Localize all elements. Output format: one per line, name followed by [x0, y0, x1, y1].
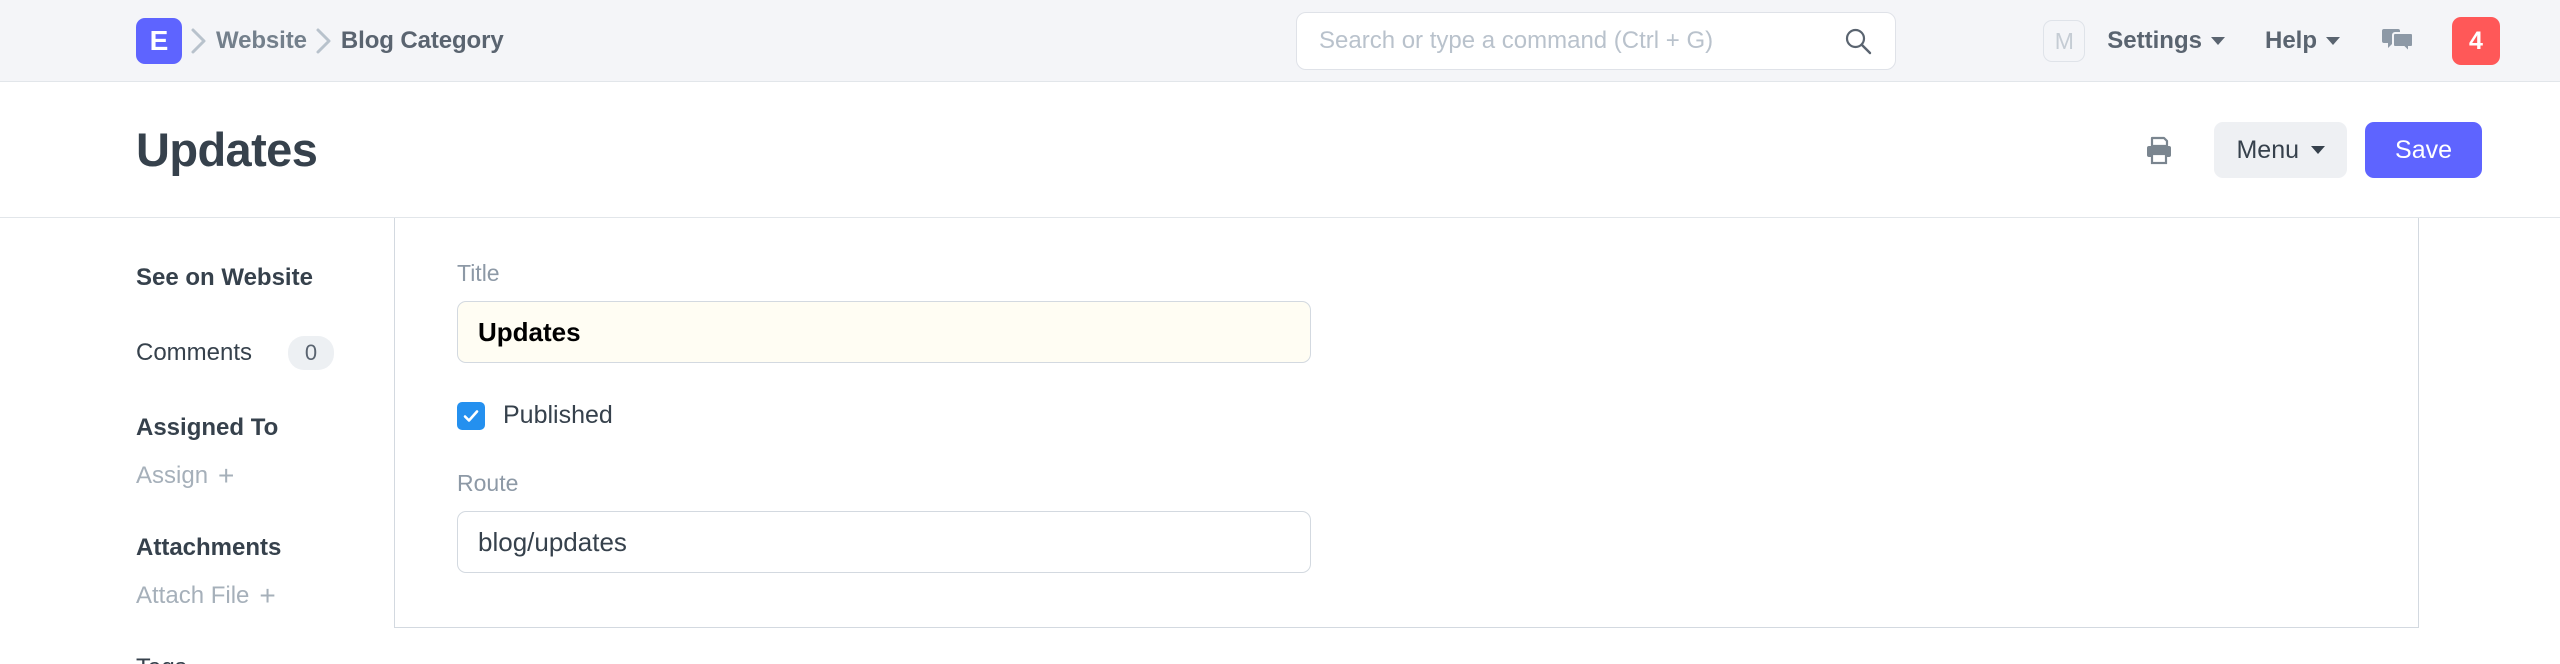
chevron-down-icon: [2311, 146, 2326, 154]
sidebar-item-comments[interactable]: Comments 0: [136, 336, 334, 370]
see-on-website-label: See on Website: [136, 264, 313, 291]
plus-icon: +: [218, 460, 235, 491]
published-label: Published: [503, 401, 613, 429]
top-navbar: E Website Blog Category M Settings Help: [0, 0, 2560, 82]
settings-label: Settings: [2107, 27, 2202, 54]
help-label: Help: [2264, 27, 2317, 54]
chevron-right-icon: [182, 27, 216, 55]
assign-label: Assign: [136, 462, 209, 489]
field-route: Route: [457, 470, 2418, 573]
chat-bubbles-icon[interactable]: [2380, 25, 2416, 57]
settings-dropdown[interactable]: Settings: [2107, 27, 2225, 55]
chevron-down-icon: [2326, 37, 2340, 45]
avatar[interactable]: M: [2043, 20, 2086, 62]
form-card: Title Published Route: [394, 218, 2419, 628]
save-button[interactable]: Save: [2365, 122, 2482, 178]
sidebar-section-assigned-to: Assigned To Assign +: [136, 414, 334, 490]
published-checkbox[interactable]: [457, 401, 485, 430]
comments-count-badge: 0: [288, 336, 334, 370]
sidebar: See on Website Comments 0 Assigned To As…: [0, 218, 394, 664]
page-actions: Menu Save: [2142, 82, 2482, 218]
page-title: Updates: [136, 123, 318, 176]
plus-icon: +: [259, 580, 276, 611]
route-field-label: Route: [457, 470, 519, 496]
printer-icon[interactable]: [2142, 133, 2176, 167]
attachments-label: Attachments: [136, 534, 282, 561]
field-title: Title: [457, 260, 2418, 363]
help-dropdown[interactable]: Help: [2265, 27, 2340, 55]
chevron-right-icon: [307, 27, 341, 55]
attach-file-button[interactable]: Attach File +: [136, 582, 334, 610]
breadcrumb-item-website[interactable]: Website: [216, 27, 307, 55]
app-logo[interactable]: E: [136, 17, 182, 64]
comments-label: Comments: [136, 339, 253, 366]
global-search[interactable]: [1296, 12, 1896, 70]
page-body: See on Website Comments 0 Assigned To As…: [0, 218, 2560, 664]
menu-button-label: Menu: [2236, 135, 2300, 164]
search-icon[interactable]: [1843, 26, 1873, 56]
menu-button[interactable]: Menu: [2214, 122, 2348, 178]
assign-button[interactable]: Assign +: [136, 462, 334, 490]
tags-label: Tags: [136, 654, 334, 664]
chevron-down-icon: [2210, 37, 2225, 45]
route-input[interactable]: [457, 511, 1311, 573]
navbar-right-actions: M Settings Help 4: [2043, 0, 2500, 82]
attach-file-label: Attach File: [136, 582, 250, 609]
field-published[interactable]: Published: [457, 401, 2418, 430]
sidebar-item-see-on-website[interactable]: See on Website: [136, 264, 334, 292]
title-field-label: Title: [457, 260, 500, 286]
breadcrumb-item-blog-category[interactable]: Blog Category: [341, 27, 504, 55]
sidebar-section-attachments: Attachments Attach File +: [136, 534, 334, 610]
assigned-to-label: Assigned To: [136, 414, 279, 441]
title-input[interactable]: [457, 301, 1311, 363]
page-header: Updates Menu Save: [0, 82, 2560, 218]
sidebar-section-tags: Tags: [136, 654, 334, 664]
notification-badge[interactable]: 4: [2452, 17, 2500, 65]
breadcrumb: E Website Blog Category: [0, 17, 504, 64]
search-input[interactable]: [1319, 27, 1843, 55]
